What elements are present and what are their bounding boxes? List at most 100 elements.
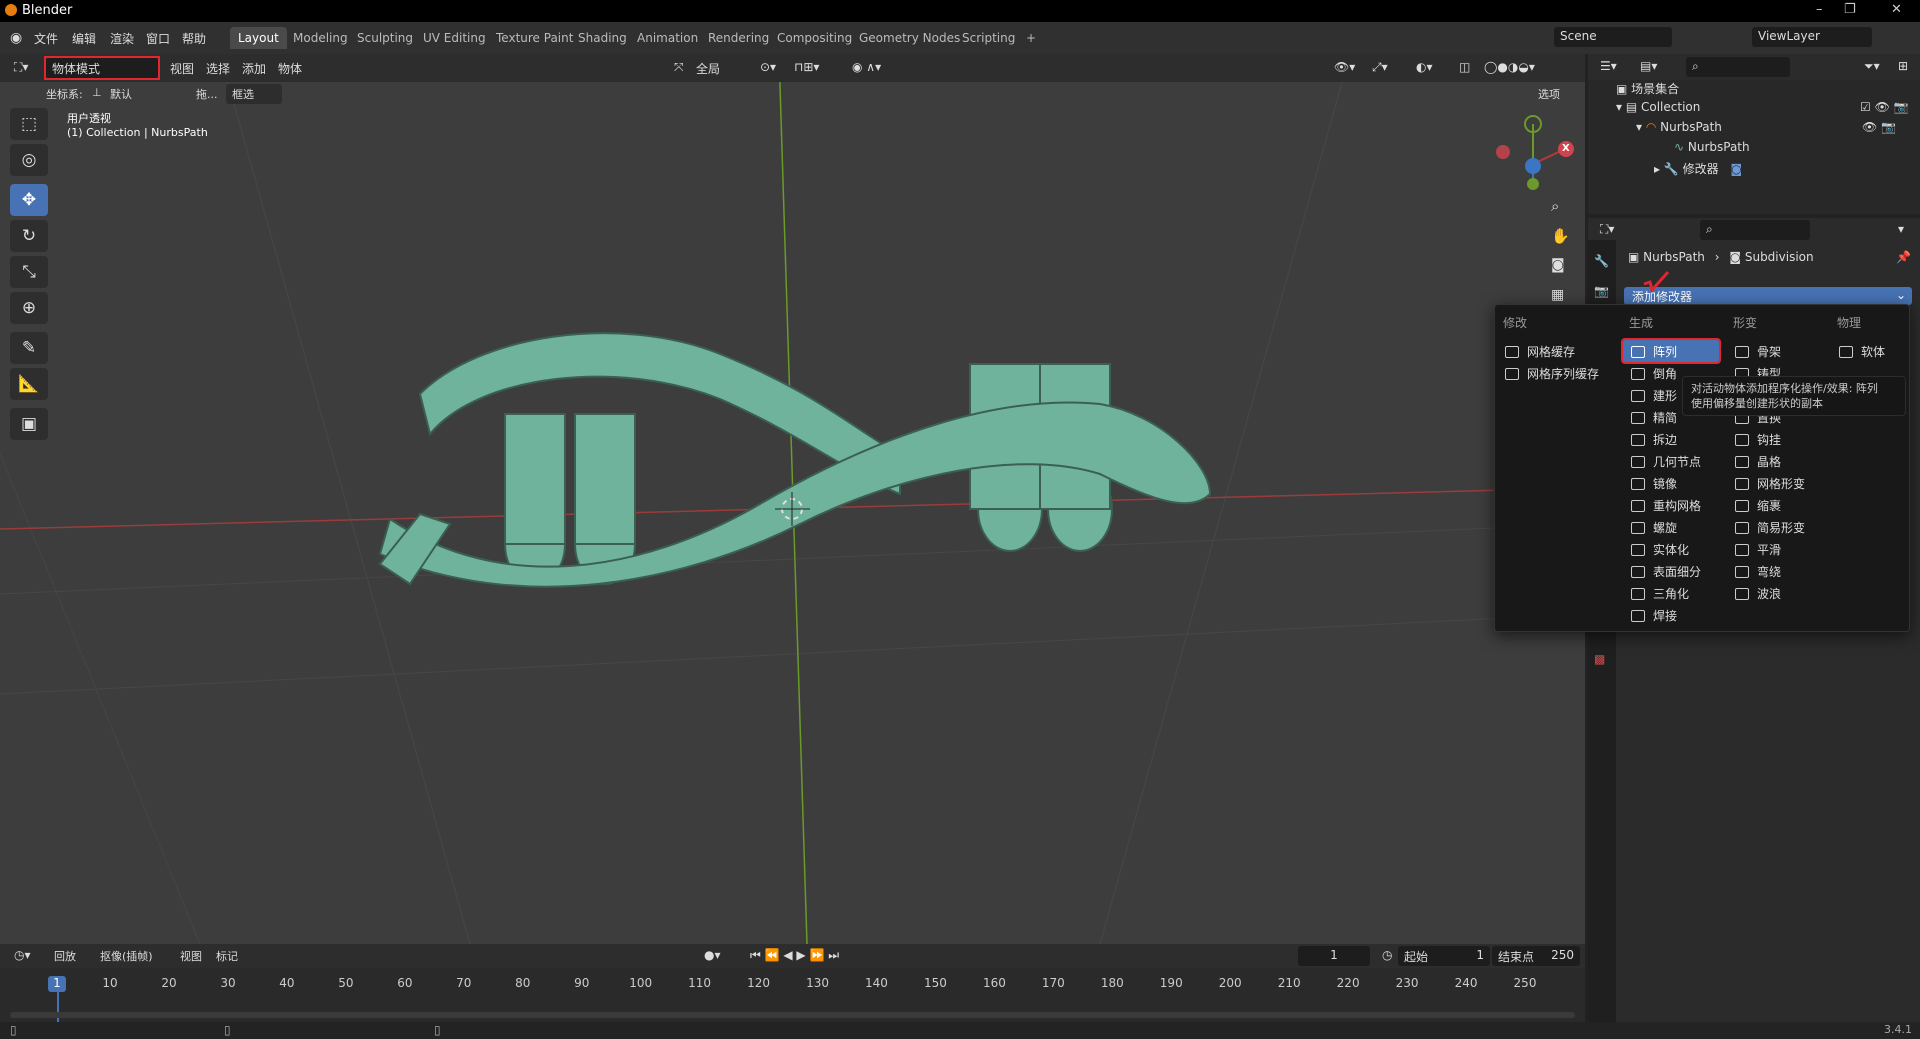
current-frame-field[interactable]: 1 <box>1298 946 1370 966</box>
xray-toggle-icon[interactable]: ◫ <box>1455 58 1474 78</box>
menu-item-hook[interactable]: 钩挂 <box>1735 428 1781 450</box>
clock-icon[interactable]: ◷ <box>1378 946 1396 966</box>
menu-item-subdivision-surface[interactable]: 表面细分 <box>1631 560 1701 582</box>
new-collection-icon[interactable]: ⊞ <box>1894 57 1912 77</box>
select-mode-selector[interactable]: 框选 <box>226 84 282 104</box>
menu-item-weld[interactable]: 焊接 <box>1631 604 1677 626</box>
menu-file[interactable]: 文件 <box>34 30 58 47</box>
outliner-modifiers[interactable]: ▸ 🔧 修改器 ◙ <box>1654 160 1742 177</box>
timeline-view-menu[interactable]: 视图 <box>176 946 206 966</box>
object-visibility-icon[interactable]: 👁 📷 <box>1862 120 1896 134</box>
collection-checkbox-icon[interactable]: ☑ 👁 📷 <box>1860 100 1909 114</box>
rotate-tool-icon[interactable]: ↻ <box>10 220 48 252</box>
tab-animation[interactable]: Animation <box>629 27 706 49</box>
menu-item-lattice[interactable]: 晶格 <box>1735 450 1781 472</box>
render-tab-icon[interactable]: 📷 <box>1594 284 1609 298</box>
menu-render[interactable]: 渲染 <box>110 30 134 47</box>
viewport-menu-object[interactable]: 物体 <box>274 58 306 78</box>
menu-item-mesh-deform[interactable]: 网格形变 <box>1735 472 1805 494</box>
tab-uv-editing[interactable]: UV Editing <box>415 27 494 49</box>
transform-tool-icon[interactable]: ⊕ <box>10 292 48 324</box>
properties-options-icon[interactable]: ▾ <box>1894 220 1908 240</box>
menu-item-decimate[interactable]: 精简 <box>1631 406 1677 428</box>
pin-icon[interactable]: 📌 <box>1896 250 1911 264</box>
add-workspace-button[interactable]: + <box>1018 27 1044 49</box>
overlay-toggle-icon[interactable]: ◐▾ <box>1412 58 1437 78</box>
view-layer-selector[interactable]: ViewLayer <box>1752 27 1872 47</box>
shading-modes-icon[interactable]: ◯●◑◒▾ <box>1480 58 1539 78</box>
add-modifier-menu[interactable]: 修改 生成 形变 物理 网格缓存 网格序列缓存 阵列 倒角 建形 精简 拆边 几… <box>1494 304 1910 632</box>
menu-item-triangulate[interactable]: 三角化 <box>1631 582 1689 604</box>
tab-geometry-nodes[interactable]: Geometry Nodes <box>851 27 968 49</box>
tab-modeling[interactable]: Modeling <box>285 27 356 49</box>
expand-icon[interactable]: ▾ <box>1616 100 1626 114</box>
outliner[interactable]: ▣ 场景集合 ▾ ▤ Collection ☑ 👁 📷 ▾ ◠ NurbsPat… <box>1588 80 1920 214</box>
record-icon[interactable]: ●▾ <box>700 946 725 966</box>
transform-orientation-icon[interactable]: ⤧ <box>670 58 688 78</box>
menu-item-smooth[interactable]: 平滑 <box>1735 538 1781 560</box>
editor-type-icon[interactable]: ⛶▾ <box>10 58 32 78</box>
select-box-tool-icon[interactable]: ⬚ <box>10 108 48 140</box>
menu-item-array[interactable]: 阵列 <box>1621 338 1721 364</box>
pan-hand-icon[interactable]: ✋ <box>1551 227 1575 251</box>
menu-item-remesh[interactable]: 重构网格 <box>1631 494 1701 516</box>
outliner-collection[interactable]: ▾ ▤ Collection ☑ 👁 📷 <box>1616 100 1912 114</box>
tab-scripting[interactable]: Scripting <box>954 27 1023 49</box>
tab-compositing[interactable]: Compositing <box>769 27 860 49</box>
minimize-button[interactable]: – <box>1816 2 1823 17</box>
camera-view-icon[interactable]: ◙ <box>1551 257 1575 281</box>
menu-item-soft-body[interactable]: 软体 <box>1839 340 1885 362</box>
properties-editor-icon[interactable]: ⛶▾ <box>1596 220 1618 240</box>
measure-tool-icon[interactable]: 📐 <box>10 368 48 400</box>
menu-item-geometry-nodes[interactable]: 几何节点 <box>1631 450 1701 472</box>
menu-item-bevel[interactable]: 倒角 <box>1631 362 1677 384</box>
menu-item-edge-split[interactable]: 拆边 <box>1631 428 1677 450</box>
timeline-editor-icon[interactable]: ◷▾ <box>10 946 35 966</box>
scale-tool-icon[interactable]: ⤡ <box>10 256 48 288</box>
menu-item-solidify[interactable]: 实体化 <box>1631 538 1689 560</box>
zoom-icon[interactable]: ⌕ <box>1551 197 1575 221</box>
filter-icon[interactable]: ⏷▾ <box>1860 57 1884 77</box>
coord-selector[interactable]: 默认 <box>104 84 182 104</box>
viewport-menu-select[interactable]: 选择 <box>202 58 234 78</box>
tool-tab-icon[interactable]: 🔧 <box>1594 254 1609 268</box>
menu-item-simple-deform[interactable]: 简易形变 <box>1735 516 1805 538</box>
restore-button[interactable]: ❐ <box>1844 2 1856 17</box>
proportional-edit-icon[interactable]: ◉ ∧▾ <box>848 58 885 78</box>
timeline-marker-menu[interactable]: 标记 <box>212 946 242 966</box>
expand-icon[interactable]: ▸ <box>1654 162 1664 176</box>
visibility-icon[interactable]: 👁▾ <box>1330 58 1359 78</box>
3d-viewport[interactable]: 用户透视 (1) Collection | NurbsPath X ⌕ ✋ ◙ … <box>0 54 1585 944</box>
texture-tab-icon[interactable]: ▩ <box>1594 652 1605 666</box>
end-frame-field[interactable]: 结束点 250 <box>1492 946 1580 966</box>
menu-item-warp[interactable]: 弯绕 <box>1735 560 1781 582</box>
tab-sculpting[interactable]: Sculpting <box>349 27 421 49</box>
tab-layout[interactable]: Layout <box>230 27 287 49</box>
cursor-tool-icon[interactable]: ◎ <box>10 144 48 176</box>
move-tool-icon[interactable]: ✥ <box>10 184 48 216</box>
menu-item-screw[interactable]: 螺旋 <box>1631 516 1677 538</box>
playback-menu[interactable]: 回放 <box>50 946 80 966</box>
outliner-object[interactable]: ▾ ◠ NurbsPath 👁 📷 <box>1636 120 1912 134</box>
menu-item-shrinkwrap[interactable]: 缩裹 <box>1735 494 1781 516</box>
annotate-tool-icon[interactable]: ✎ <box>10 332 48 364</box>
start-frame-field[interactable]: 起始 1 <box>1398 946 1490 966</box>
subdivision-modifier-icon[interactable]: ◙ <box>1730 162 1742 176</box>
playback-controls-icon[interactable]: ⏮ ⏪ ◀ ▶ ⏩ ⏭ <box>746 946 843 966</box>
viewport-menu-add[interactable]: 添加 <box>238 58 270 78</box>
timeline-scrollbar[interactable] <box>10 1012 1575 1018</box>
outliner-search-input[interactable]: ⌕ <box>1686 57 1790 77</box>
gizmo-toggle-icon[interactable]: ⤢▾ <box>1368 58 1392 78</box>
viewport-menu-view[interactable]: 视图 <box>166 58 198 78</box>
tab-texture-paint[interactable]: Texture Paint <box>488 27 581 49</box>
display-mode-icon[interactable]: ▤▾ <box>1636 57 1661 77</box>
menu-item-armature[interactable]: 骨架 <box>1735 340 1781 362</box>
menu-window[interactable]: 窗口 <box>146 30 170 47</box>
transform-orientation-selector[interactable]: 全局 <box>690 58 746 78</box>
expand-icon[interactable]: ▾ <box>1636 120 1646 134</box>
menu-item-wave[interactable]: 波浪 <box>1735 582 1781 604</box>
options-dropdown[interactable]: 选项 <box>1534 84 1564 104</box>
menu-item-mesh-sequence-cache[interactable]: 网格序列缓存 <box>1505 362 1599 384</box>
keying-menu[interactable]: 抠像(插帧) <box>96 946 157 966</box>
menu-item-build[interactable]: 建形 <box>1631 384 1677 406</box>
